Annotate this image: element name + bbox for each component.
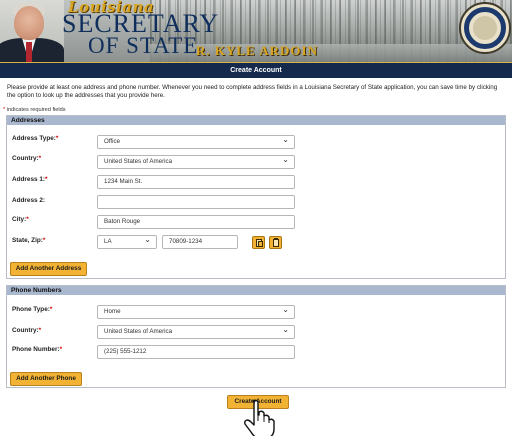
zip-input[interactable]: 70809-1234 [162,235,238,249]
add-another-phone-button[interactable]: Add Another Phone [10,372,82,386]
required-note: * indicates required fields [3,107,66,113]
phone-number-input[interactable]: (225) 555-1212 [97,345,295,359]
hand-pointer-icon [244,399,275,436]
addresses-section: Addresses Address Type:* Office Country:… [6,115,506,279]
state-seal-icon [459,2,511,54]
site-banner: Louisiana SECRETARY OF STATE R. KYLE ARD… [0,0,512,62]
address-type-select[interactable]: Office [97,134,295,149]
add-another-address-button[interactable]: Add Another Address [10,262,87,276]
city-label: City:* [12,216,29,223]
required-note-text: indicates required fields [6,107,66,113]
phone-country-label: Country:* [12,327,42,334]
copy-icon[interactable] [252,236,265,249]
official-portrait [0,0,64,62]
addresses-heading: Addresses [7,116,505,125]
address-country-select[interactable]: United States of America [97,154,295,169]
address2-input[interactable] [97,195,295,209]
state-zip-label: State, Zip:* [12,237,46,244]
address1-input[interactable]: 1234 Main St. [97,175,295,189]
phones-section: Phone Numbers Phone Type:* Home Country:… [6,285,506,388]
phone-country-select[interactable]: United States of America [97,324,295,339]
page-title: Create Account [0,62,512,78]
city-input[interactable]: Baton Rouge [97,215,295,229]
state-select[interactable]: LA [97,234,157,249]
phone-number-label: Phone Number:* [12,346,63,353]
address-type-label: Address Type:* [12,135,59,142]
address2-label: Address 2: [12,197,46,204]
phone-type-select[interactable]: Home [97,304,295,319]
intro-text: Please provide at least one address and … [7,84,498,99]
required-star: * [3,107,6,113]
address1-label: Address 1:* [12,176,48,183]
phone-type-label: Phone Type:* [12,306,53,313]
phones-heading: Phone Numbers [7,286,505,295]
official-name: R. KYLE ARDOIN [196,43,318,58]
banner-title-line2: OF STATE [88,33,199,58]
address-country-label: Country:* [12,155,42,162]
clipboard-icon[interactable] [269,236,282,249]
